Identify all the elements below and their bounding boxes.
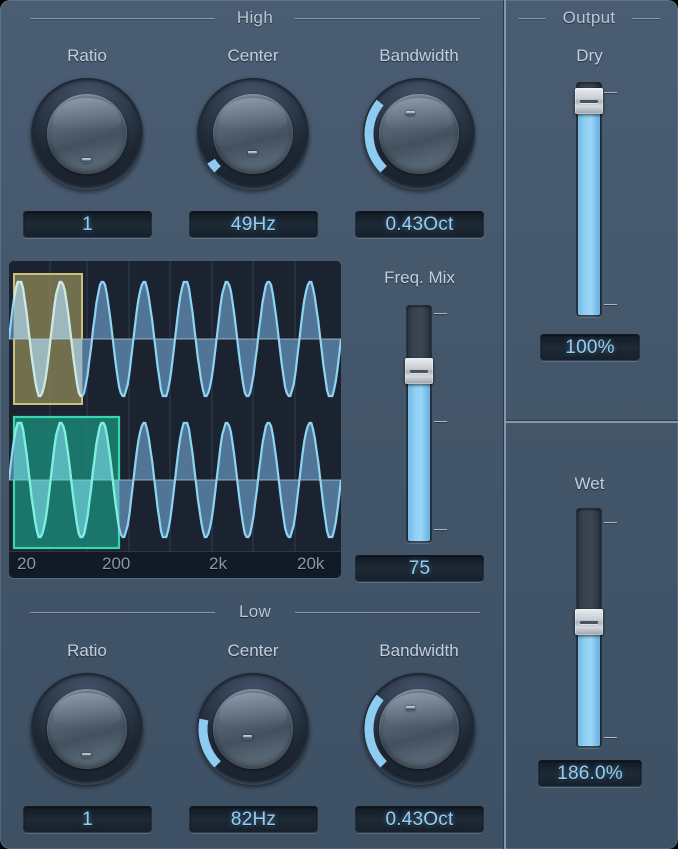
high-bandwidth-value: 0.43Oct xyxy=(385,213,454,235)
low-ratio-knob[interactable] xyxy=(31,673,143,785)
dry-tick-top xyxy=(604,92,617,94)
knob-pointer xyxy=(248,151,257,156)
output-section-rule-right xyxy=(632,18,660,20)
low-ratio-value-box[interactable]: 1 xyxy=(23,806,152,833)
spectrum-waveforms xyxy=(9,261,341,552)
freq-label-2k: 2k xyxy=(209,554,227,573)
high-center-value: 49Hz xyxy=(230,213,277,235)
knob-cap xyxy=(379,689,459,769)
low-center-label: Center xyxy=(227,641,279,660)
high-bandwidth-value-box[interactable]: 0.43Oct xyxy=(355,211,484,238)
wet-tick-top xyxy=(604,522,617,524)
knob-pointer xyxy=(406,706,415,711)
high-ratio-knob[interactable] xyxy=(31,78,143,190)
high-center-knob[interactable] xyxy=(197,78,309,190)
low-section-title: Low xyxy=(238,602,272,621)
freq-mix-value-box[interactable]: 75 xyxy=(355,555,484,582)
freq-mix-tick-top xyxy=(434,313,447,315)
wet-value: 186.0% xyxy=(557,762,623,784)
high-section-rule-right xyxy=(295,18,480,20)
high-ratio-value: 1 xyxy=(82,213,93,235)
knob-pointer xyxy=(243,735,252,740)
freq-mix-tick-bottom xyxy=(434,529,447,531)
slider-handle[interactable] xyxy=(575,608,603,635)
low-bandwidth-label: Bandwidth xyxy=(379,641,459,660)
knob-cap xyxy=(379,94,459,174)
slider-fill xyxy=(578,632,600,746)
high-bandwidth-knob[interactable] xyxy=(363,78,475,190)
freq-mix-label: Freq. Mix xyxy=(384,268,455,287)
low-center-knob[interactable] xyxy=(197,673,309,785)
slider-handle[interactable] xyxy=(575,88,603,115)
low-center-value: 82Hz xyxy=(230,808,277,830)
dry-value: 100% xyxy=(565,336,615,358)
knob-cap xyxy=(213,94,293,174)
low-bandwidth-value-box[interactable]: 0.43Oct xyxy=(355,806,484,833)
spectrum-display[interactable]: 20 200 2k 20k xyxy=(9,261,341,578)
output-section-title: Output xyxy=(562,8,616,27)
high-ratio-value-box[interactable]: 1 xyxy=(23,211,152,238)
dry-label: Dry xyxy=(576,46,603,65)
high-ratio-label: Ratio xyxy=(67,46,107,65)
knob-pointer xyxy=(406,111,415,116)
high-section-rule-left xyxy=(30,18,215,20)
low-bandwidth-knob[interactable] xyxy=(363,673,475,785)
wet-value-box[interactable]: 186.0% xyxy=(538,760,642,787)
slider-fill xyxy=(578,112,600,315)
low-center-value-box[interactable]: 82Hz xyxy=(189,806,318,833)
low-section-rule-left xyxy=(30,612,215,614)
knob-pointer xyxy=(82,158,91,163)
low-ratio-value: 1 xyxy=(82,808,93,830)
frequency-axis: 20 200 2k 20k xyxy=(9,551,341,578)
low-ratio-label: Ratio xyxy=(67,641,107,660)
plugin-window: High Ratio 1 Center 49Hz Bandwidth 0.43O… xyxy=(0,0,678,849)
slider-fill xyxy=(408,382,430,541)
slider-handle[interactable] xyxy=(405,358,433,384)
output-section-rule-left xyxy=(518,18,546,20)
high-center-value-box[interactable]: 49Hz xyxy=(189,211,318,238)
high-section-title: High xyxy=(236,8,274,27)
freq-label-20k: 20k xyxy=(297,554,325,573)
wet-label: Wet xyxy=(574,474,605,493)
high-bandwidth-label: Bandwidth xyxy=(379,46,459,65)
dry-tick-bottom xyxy=(604,304,617,306)
right-column-divider xyxy=(503,0,506,849)
freq-mix-slider[interactable] xyxy=(405,305,433,543)
knob-pointer xyxy=(82,753,91,758)
wet-slider[interactable] xyxy=(575,508,603,748)
freq-label-20: 20 xyxy=(17,554,36,573)
low-section-rule-right xyxy=(295,612,480,614)
freq-mix-tick-mid xyxy=(434,421,447,423)
output-wet-divider xyxy=(506,420,678,423)
freq-mix-value: 75 xyxy=(408,557,431,579)
low-bandwidth-value: 0.43Oct xyxy=(385,808,454,830)
knob-cap xyxy=(213,689,293,769)
dry-value-box[interactable]: 100% xyxy=(540,334,640,361)
dry-slider[interactable] xyxy=(575,82,603,317)
wet-tick-bottom xyxy=(604,737,617,739)
freq-label-200: 200 xyxy=(102,554,131,573)
high-center-label: Center xyxy=(227,46,279,65)
